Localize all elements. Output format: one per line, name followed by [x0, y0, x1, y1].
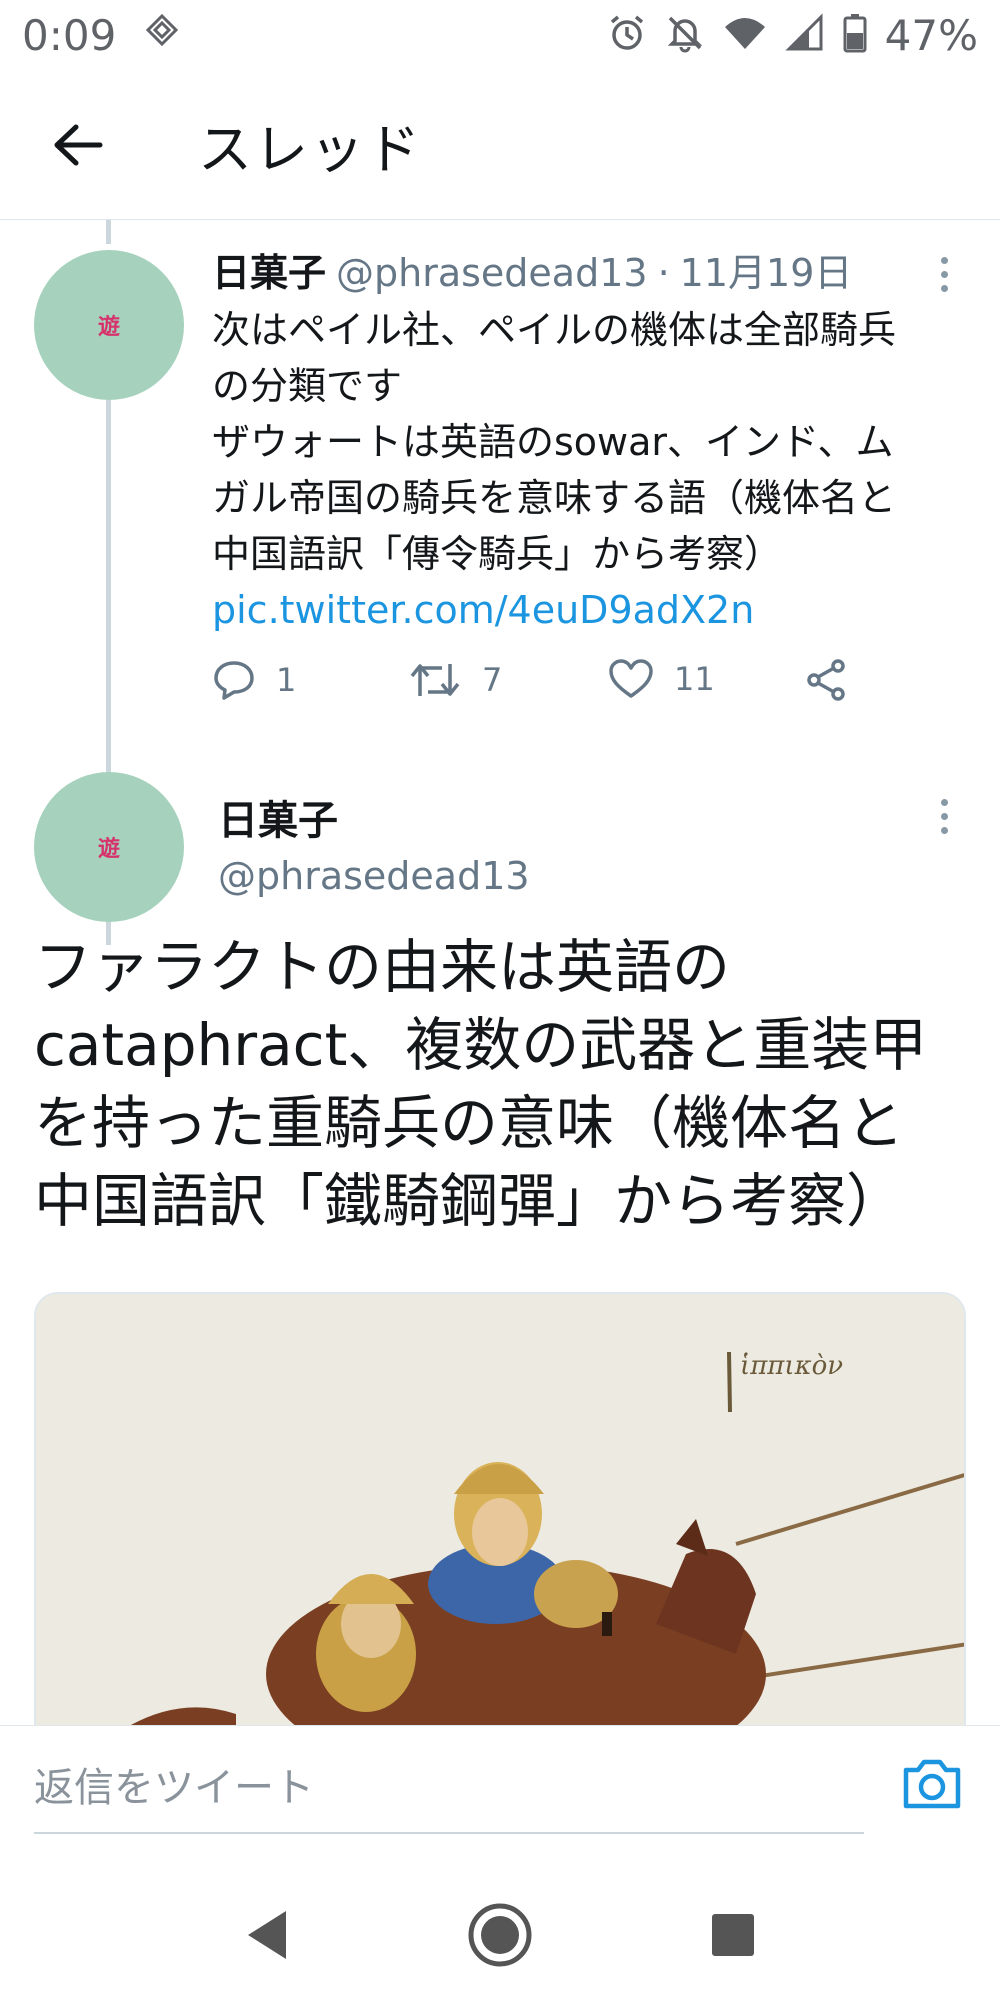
tweet-media-image[interactable]: ἱππικὸν: [34, 1292, 966, 1725]
more-dot: [940, 826, 948, 834]
status-time: 0:09: [22, 10, 117, 60]
more-dot: [940, 812, 948, 820]
tweet-header: 日菓子 @phrasedead13 · 11月19日: [212, 242, 932, 297]
back-button[interactable]: [38, 105, 118, 185]
display-name[interactable]: 日菓子: [212, 242, 326, 297]
more-vert-icon: [940, 256, 948, 264]
tweet-text-line: 中国語訳「傳令騎兵」から考察）: [212, 532, 783, 576]
status-bar: 0:09 47%: [0, 0, 1000, 70]
tweet-date[interactable]: 11月19日: [680, 242, 853, 297]
avatar[interactable]: 遊: [34, 772, 184, 922]
reply-input[interactable]: [34, 1744, 864, 1834]
avatar-mark: 遊: [97, 315, 120, 340]
tweet-text: 次はペイル社、ペイルの機体は全部騎兵 の分類です ザウォートは英語のsowar、…: [212, 302, 972, 638]
app-header: スレッド: [0, 70, 1000, 220]
media-link[interactable]: pic.twitter.com/4euD9adX2n: [212, 582, 972, 638]
retweet-button[interactable]: 7: [408, 658, 502, 702]
heart-icon: [609, 659, 653, 698]
nav-recents-button[interactable]: [693, 1895, 773, 1975]
battery-icon: [843, 13, 867, 57]
tweet-text-line: 次はペイル社、ペイルの機体は全部騎兵: [212, 308, 897, 352]
separator: ·: [657, 251, 670, 295]
more-dot: [940, 270, 948, 278]
tweet-text-line: の分類です: [212, 364, 403, 408]
thread-screen: 0:09 47% スレッド 遊 日菓子 @phrasedead13 · 11月1…: [0, 0, 1000, 2000]
arrow-left-icon: [54, 124, 103, 165]
square-recents-icon: [712, 1914, 755, 1956]
handle[interactable]: @phrasedead13: [336, 251, 648, 295]
nfc-icon: [144, 13, 180, 57]
nav-home-button[interactable]: [460, 1895, 540, 1975]
tweet-text-line: ザウォートは英語のsowar、インド、ム: [212, 420, 894, 464]
triangle-back-icon: [247, 1911, 286, 1959]
battery-percent: 47%: [884, 10, 978, 60]
more-vert-icon: [940, 798, 948, 806]
nav-back-button[interactable]: [227, 1895, 307, 1975]
wifi-icon: [723, 13, 767, 57]
signal-icon: [785, 13, 825, 57]
retweet-icon: [410, 664, 460, 696]
medieval-illustration: ἱππικὸν: [36, 1294, 964, 1725]
share-button[interactable]: [804, 658, 848, 702]
avatar-mark: 遊: [97, 837, 120, 862]
inscription-text: ἱππικὸν: [740, 1351, 843, 1381]
more-button[interactable]: [924, 244, 964, 304]
thread-connector-top: [106, 220, 111, 244]
share-icon: [807, 659, 845, 701]
tweet-actions: 1 7 11: [212, 658, 862, 718]
navigation-bar: [0, 1870, 1000, 2000]
tweet-text-line: ガル帝国の騎兵を意味する語（機体名と: [212, 476, 897, 520]
notifications-off-icon: [665, 13, 705, 57]
handle[interactable]: @phrasedead13: [218, 854, 530, 898]
tweet-text: ファラクトの由来は英語の cataphract、複数の武器と重装甲 を持った重騎…: [34, 928, 984, 1240]
reply-bar: [0, 1725, 1000, 1870]
reply-count: 1: [276, 661, 297, 699]
like-count: 11: [674, 660, 715, 698]
page-title: スレッド: [198, 118, 422, 181]
status-right: 47%: [607, 11, 978, 60]
reply-icon: [214, 661, 254, 700]
like-button[interactable]: 11: [608, 658, 715, 700]
more-dot: [940, 284, 948, 292]
tweet-text-line: 中国語訳「鐵騎鋼彈」から考察）: [34, 1167, 905, 1235]
tweet-text-line: cataphract、複数の武器と重装甲: [34, 1011, 928, 1079]
status-left: 0:09: [22, 11, 180, 60]
more-button[interactable]: [924, 786, 964, 846]
camera-icon: [903, 1759, 961, 1809]
tweet-text-line: を持った重騎兵の意味（機体名と: [34, 1089, 905, 1157]
tweet-text-line: ファラクトの由来は英語の: [34, 933, 731, 1001]
display-name[interactable]: 日菓子: [218, 788, 338, 846]
camera-button[interactable]: [900, 1752, 964, 1816]
circle-home-icon: [468, 1903, 532, 1967]
avatar[interactable]: 遊: [34, 250, 184, 400]
reply-button[interactable]: 1: [212, 658, 296, 702]
thread[interactable]: 遊 日菓子 @phrasedead13 · 11月19日 次はペイル社、ペイルの…: [0, 220, 1000, 1725]
retweet-count: 7: [482, 661, 503, 699]
alarm-icon: [607, 13, 647, 57]
